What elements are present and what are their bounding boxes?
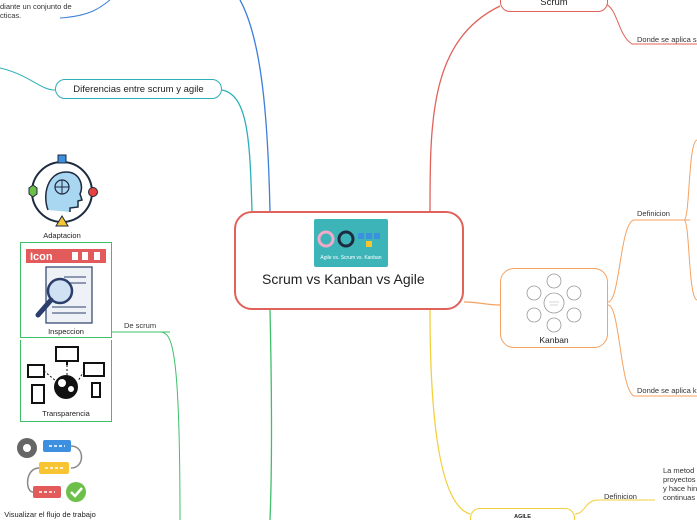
connector-differences xyxy=(221,89,253,213)
differences-label: Diferencias entre scrum y agile xyxy=(73,83,204,95)
kanban-node[interactable]: Kanban xyxy=(500,268,608,348)
connector-kanban-sub2 xyxy=(683,219,697,301)
scrum-where-text[interactable]: Donde se aplica s xyxy=(637,35,697,44)
workflow-icon xyxy=(17,438,86,502)
card-transparencia[interactable]: Transparencia xyxy=(20,340,112,422)
card-adaptacion[interactable]: Adaptacion xyxy=(24,154,100,240)
card-workflow-caption: Visualizar el flujo de trabajo xyxy=(4,510,96,519)
connector-de-scrum-branch xyxy=(159,331,181,520)
agile-node[interactable]: AGILE xyxy=(470,508,575,520)
agile-text-line: y hace hin xyxy=(663,484,697,493)
agile-definition-text[interactable]: Definicion xyxy=(604,492,637,501)
agile-text-line: proyectos xyxy=(663,475,696,484)
agile-label: AGILE xyxy=(514,514,531,520)
mind-map-canvas: diante un conjunto de cticas. Diferencia… xyxy=(0,0,697,520)
connector-de-scrum xyxy=(269,309,273,520)
agile-text-line: continuas xyxy=(663,493,696,502)
agile-definition-detail: La metod proyectos y hace hin continuas xyxy=(663,466,697,502)
connector-differences-left xyxy=(0,67,56,91)
devices-network-icon xyxy=(27,346,105,404)
card-inspeccion[interactable]: Icon Inspeccion xyxy=(20,242,112,338)
inspeccion-header-text: Icon xyxy=(30,251,53,263)
agile-text-line: La metod xyxy=(663,466,695,475)
de-scrum-label[interactable]: De scrum xyxy=(124,321,156,330)
kanban-label: Kanban xyxy=(539,335,569,345)
card-transparencia-caption: Transparencia xyxy=(42,409,90,418)
central-thumbnail: Agile vs. Scrum vs. Kanban xyxy=(314,219,388,267)
scrum-node[interactable]: Scrum xyxy=(500,0,608,12)
card-adaptacion-caption: Adaptacion xyxy=(43,231,81,240)
kanban-definition-text[interactable]: Definicion xyxy=(637,209,670,218)
connector-agile xyxy=(429,309,471,515)
connector-kanban-sub xyxy=(683,139,697,221)
card-inspeccion-caption: Inspeccion xyxy=(48,327,84,336)
connector-kanban xyxy=(463,301,501,306)
central-title: Scrum vs Kanban vs Agile xyxy=(262,271,425,287)
connector-top-left xyxy=(239,0,271,213)
connector-scrum xyxy=(429,5,501,213)
kanban-where-text[interactable]: Donde se aplica k xyxy=(637,386,697,395)
scrum-label: Scrum xyxy=(540,0,568,8)
top-left-note: diante un conjunto de cticas. xyxy=(0,2,72,20)
connector-kanban-where xyxy=(607,304,697,397)
kanban-cycle-diagram-icon xyxy=(526,273,582,333)
head-gears-icon xyxy=(28,154,98,227)
card-workflow[interactable]: Visualizar el flujo de trabajo xyxy=(0,430,100,520)
magnifier-document-icon: Icon xyxy=(26,249,106,324)
central-topic[interactable]: Agile vs. Scrum vs. Kanban Scrum vs Kanb… xyxy=(234,211,464,310)
central-thumbnail-text: Agile vs. Scrum vs. Kanban xyxy=(320,255,382,261)
connector-kanban-definition xyxy=(607,219,690,303)
differences-node[interactable]: Diferencias entre scrum y agile xyxy=(55,79,222,99)
connector-agile-definition xyxy=(574,499,655,515)
